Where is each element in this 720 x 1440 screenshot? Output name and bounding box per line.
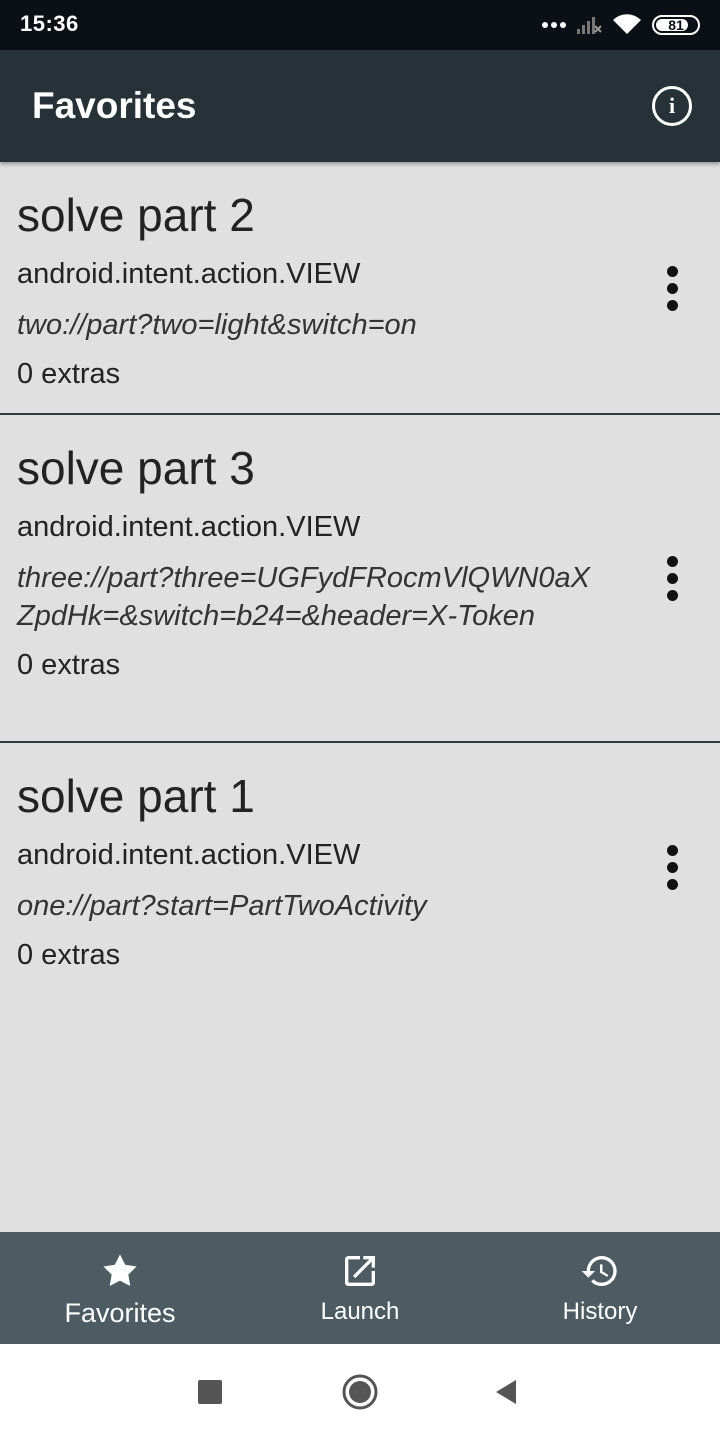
back-icon[interactable] bbox=[494, 1372, 518, 1412]
more-options-icon[interactable] bbox=[662, 266, 682, 311]
status-bar: 15:36 81 bbox=[0, 0, 720, 50]
more-options-icon[interactable] bbox=[662, 556, 682, 601]
favorite-action: android.intent.action.VIEW bbox=[17, 258, 361, 290]
open-in-new-icon bbox=[340, 1250, 380, 1292]
favorites-list: solve part 2 android.intent.action.VIEW … bbox=[0, 162, 720, 993]
status-time: 15:36 bbox=[20, 11, 79, 36]
favorite-title: solve part 3 bbox=[17, 442, 255, 494]
app-bar: Favorites i bbox=[0, 50, 720, 162]
more-notifications-icon bbox=[542, 22, 566, 28]
favorite-extras: 0 extras bbox=[17, 649, 121, 681]
favorite-title: solve part 1 bbox=[17, 770, 255, 822]
nav-label: History bbox=[562, 1298, 638, 1325]
bottom-navigation: Favorites Launch History bbox=[0, 1232, 720, 1344]
favorite-title: solve part 2 bbox=[17, 189, 255, 241]
nav-launch[interactable]: Launch bbox=[240, 1232, 480, 1344]
nav-label: Favorites bbox=[64, 1298, 176, 1328]
page-title: Favorites bbox=[32, 85, 197, 126]
status-icons: 81 bbox=[542, 12, 700, 38]
signal-icon bbox=[577, 17, 602, 34]
history-icon bbox=[579, 1250, 621, 1292]
battery-icon: 81 bbox=[652, 15, 700, 35]
favorite-uri: two://part?two=light&switch=on bbox=[17, 309, 417, 341]
favorite-extras: 0 extras bbox=[17, 939, 121, 971]
battery-level: 81 bbox=[668, 17, 684, 33]
favorite-uri: one://part?start=PartTwoActivity bbox=[17, 890, 427, 922]
favorite-uri: three://part?three=UGFydFRocmVlQWN0aXZpd… bbox=[17, 562, 590, 632]
home-icon[interactable] bbox=[340, 1372, 380, 1412]
wifi-icon bbox=[613, 14, 641, 34]
favorite-extras: 0 extras bbox=[17, 358, 121, 390]
nav-favorites[interactable]: Favorites bbox=[0, 1232, 240, 1344]
nav-history[interactable]: History bbox=[480, 1232, 720, 1344]
system-navigation-bar bbox=[0, 1344, 720, 1440]
favorite-action: android.intent.action.VIEW bbox=[17, 511, 361, 543]
more-options-icon[interactable] bbox=[662, 845, 682, 890]
info-icon[interactable]: i bbox=[652, 86, 692, 126]
star-icon bbox=[99, 1250, 141, 1292]
favorite-action: android.intent.action.VIEW bbox=[17, 839, 361, 871]
list-item[interactable]: solve part 3 android.intent.action.VIEW … bbox=[0, 415, 720, 743]
list-item[interactable]: solve part 2 android.intent.action.VIEW … bbox=[0, 162, 720, 415]
list-item[interactable]: solve part 1 android.intent.action.VIEW … bbox=[0, 743, 720, 993]
recents-icon[interactable] bbox=[198, 1372, 222, 1412]
nav-label: Launch bbox=[320, 1298, 400, 1325]
